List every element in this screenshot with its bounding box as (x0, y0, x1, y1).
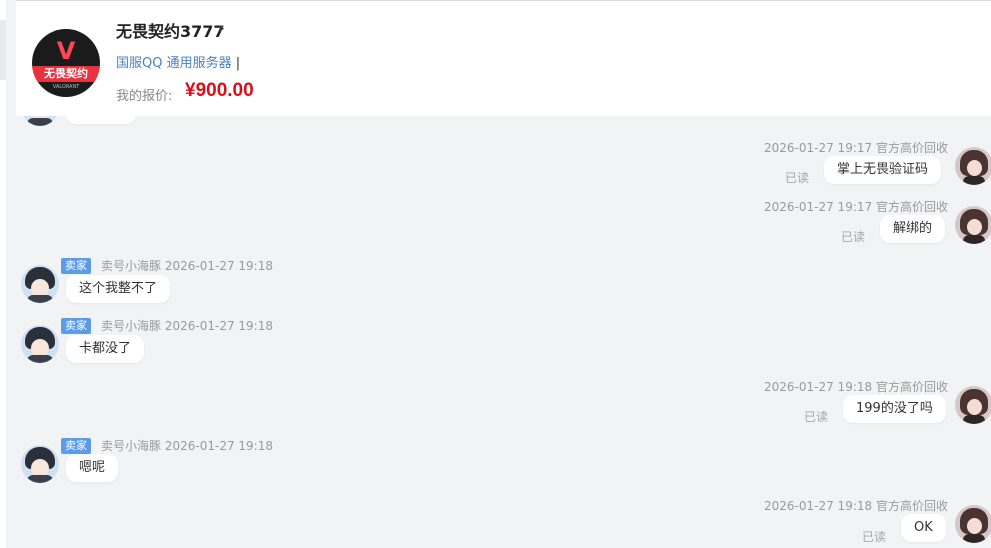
message-time: 2026-01-27 19:18 (164, 439, 273, 453)
message-time: 2026-01-27 19:17 (764, 141, 873, 155)
message-bubble[interactable]: 解绑的 (880, 215, 946, 243)
message-meta: 2026-01-27 19:18 官方高价回收 (764, 497, 948, 514)
message-bubble[interactable]: OK (901, 514, 946, 542)
message-meta: 2026-01-27 19:17 官方高价回收 (764, 139, 948, 156)
buyer-avatar[interactable] (955, 206, 991, 244)
message-sender: 官方高价回收 (875, 499, 948, 513)
buyer-avatar[interactable] (955, 147, 991, 185)
seller-avatar[interactable] (21, 265, 59, 303)
buyer-avatar[interactable] (955, 505, 991, 543)
price-label: 我的报价: (116, 89, 173, 104)
game-logo: V 无畏契约 VALORANT (32, 29, 100, 97)
read-status: 已读 (804, 410, 829, 424)
message-bubble[interactable]: 卡都没了 (66, 335, 145, 363)
server-info: 国服QQ 通用服务器 | (116, 52, 240, 71)
message-sender: 卖号小海豚 (101, 439, 162, 453)
read-status: 已读 (785, 171, 810, 185)
seller-tag: 卖家 (61, 258, 91, 274)
message-bubble[interactable]: 嗯呢 (66, 454, 119, 482)
message-bubble[interactable]: 这个我整不了 (66, 275, 171, 303)
chevron-right-icon[interactable]: › (219, 19, 225, 37)
product-title[interactable]: 无畏契约3777 (116, 18, 225, 42)
seller-tag: 卖家 (61, 438, 91, 454)
message-sender: 卖号小海豚 (101, 259, 162, 273)
message-bubble[interactable]: 199的没了吗 (843, 395, 946, 423)
message-time: 2026-01-27 19:18 (764, 380, 873, 394)
read-status: 已读 (841, 230, 866, 244)
logo-brand-text: 无畏契约 (32, 66, 100, 82)
seller-avatar[interactable] (21, 445, 59, 483)
message-sender: 官方高价回收 (875, 200, 948, 214)
price-value: ¥900.00 (185, 80, 254, 101)
message-bubble[interactable]: 掌上无畏验证码 (824, 156, 942, 184)
server-name: 国服QQ 通用服务器 (116, 56, 232, 71)
message-meta: 卖号小海豚 2026-01-27 19:18 (101, 317, 273, 334)
logo-sub-text: VALORANT (52, 84, 80, 90)
server-separator: | (235, 56, 241, 71)
message-meta: 2026-01-27 19:17 官方高价回收 (764, 198, 948, 215)
seller-avatar[interactable] (21, 325, 59, 363)
seller-tag: 卖家 (61, 318, 91, 334)
message-time: 2026-01-27 19:18 (764, 499, 873, 513)
message-meta: 卖号小海豚 2026-01-27 19:18 (101, 257, 273, 274)
message-time: 2026-01-27 19:18 (164, 319, 273, 333)
buyer-avatar[interactable] (955, 386, 991, 424)
message-sender: 卖号小海豚 (101, 319, 162, 333)
message-time: 2026-01-27 19:17 (764, 200, 873, 214)
product-card[interactable]: V 无畏契约 VALORANT 无畏契约3777 › 国服QQ 通用服务器 | … (16, 0, 991, 116)
message-sender: 官方高价回收 (875, 141, 948, 155)
valorant-v-icon: V (56, 37, 76, 65)
message-time: 2026-01-27 19:18 (164, 259, 273, 273)
message-meta: 卖号小海豚 2026-01-27 19:18 (101, 437, 273, 454)
read-status: 已读 (862, 530, 887, 544)
message-meta: 2026-01-27 19:18 官方高价回收 (764, 378, 948, 395)
message-sender: 官方高价回收 (875, 380, 948, 394)
